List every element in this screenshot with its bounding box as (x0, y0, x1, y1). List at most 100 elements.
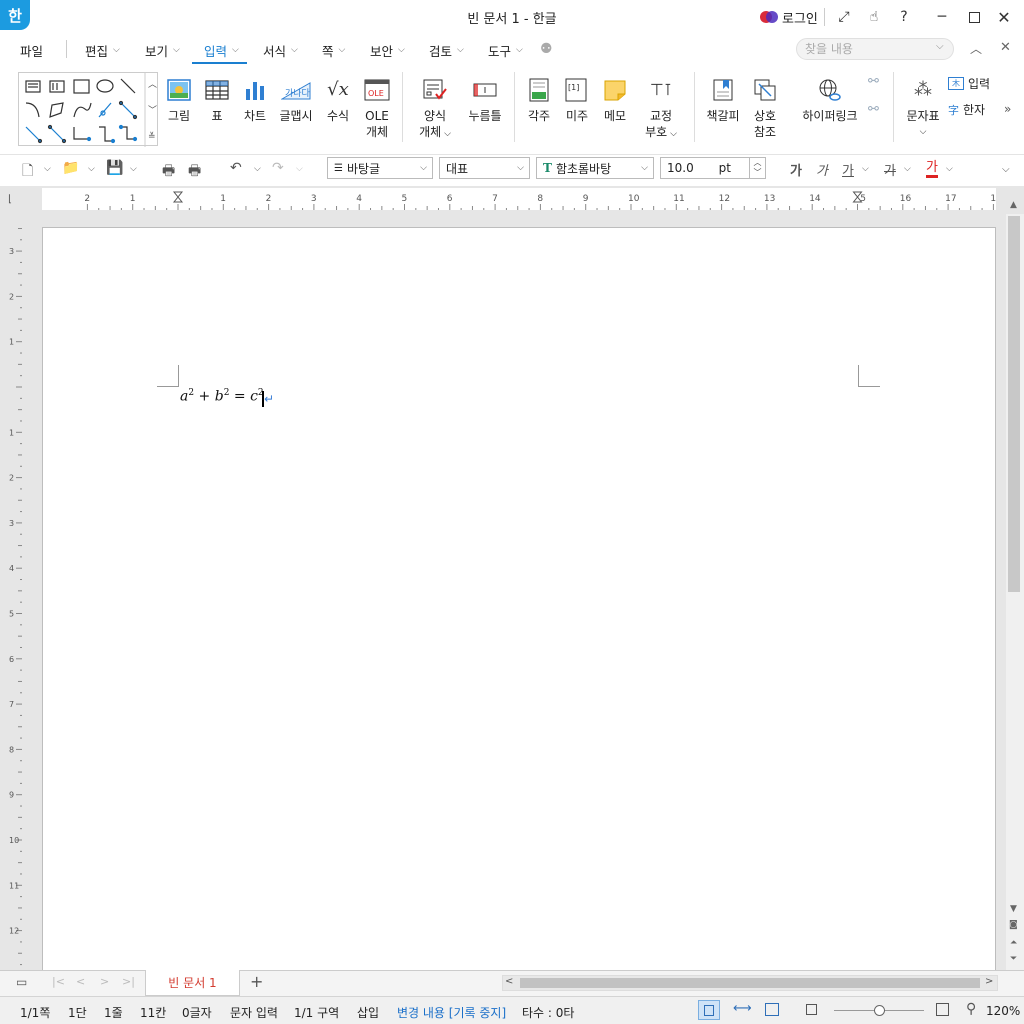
toolbar-more-icon[interactable]: ⌵ (1002, 164, 1010, 175)
hyperlink-button[interactable]: 하이퍼링크 (800, 78, 860, 124)
redo-icon[interactable]: ↷ (272, 160, 284, 176)
font-size-input[interactable]: 10.0 pt (660, 157, 750, 179)
menu-item-5[interactable]: 쪽 ⌵ (322, 40, 345, 60)
print-preview-icon[interactable]: 🖶 (188, 160, 201, 184)
menu-item-3[interactable]: 입력 ⌵ (204, 40, 239, 60)
view-page-icon[interactable] (765, 1003, 779, 1016)
italic-button[interactable]: 가 (816, 160, 828, 179)
strikethrough-dropdown-icon[interactable]: ⌵ (904, 164, 911, 174)
ruler-corner-icon[interactable]: ⌊ (8, 194, 12, 205)
link-small-icon[interactable]: ⚯ (868, 74, 879, 89)
insert-chart-button[interactable]: 차트 (240, 78, 270, 124)
search-input[interactable]: 찾을 내용 (796, 38, 954, 60)
menu-item-8[interactable]: 도구 ⌵ (488, 40, 523, 60)
insert-glyph-art-button[interactable]: 가나다 글맵시 (278, 78, 314, 124)
open-folder-icon[interactable]: 📁 (62, 160, 79, 176)
horizontal-scroll-thumb[interactable] (520, 978, 980, 988)
scroll-right-icon[interactable]: > (985, 976, 993, 987)
bold-button[interactable]: 가 (790, 160, 802, 179)
insert-table-button[interactable]: 표 (203, 78, 231, 124)
insert-picture-button[interactable]: 그림 (164, 78, 194, 124)
tab-list-icon[interactable]: ▭ (16, 975, 27, 989)
insert-ole-button[interactable]: OLE OLE 개체 (362, 78, 392, 140)
save-dropdown-icon[interactable]: ⌵ (130, 164, 137, 174)
vertical-ruler[interactable]: 3 2 1 1 2 3 4 5 6 7 8 9 10 11 12 (0, 227, 22, 970)
charmap-button[interactable]: ⁂ 문자표 ⌵ (903, 78, 943, 140)
vertical-scroll-thumb[interactable] (1008, 216, 1020, 592)
font-size-stepper[interactable]: ︿ ﹀ (750, 157, 766, 179)
cross-reference-button[interactable]: 상호 참조 (750, 78, 780, 140)
undo-icon[interactable]: ↶ (230, 160, 242, 176)
view-normal-icon[interactable] (698, 1000, 720, 1020)
new-dropdown-icon[interactable]: ⌵ (44, 164, 51, 174)
menu-item-2[interactable]: 보기 ⌵ (145, 40, 180, 60)
style-select[interactable]: ☰ 바탕글 ⌵ (327, 157, 433, 179)
add-tab-button[interactable]: + (250, 972, 263, 991)
collapse-ribbon-icon[interactable]: ︿ (970, 40, 982, 57)
status-insert-mode[interactable]: 삽입 (357, 1004, 379, 1021)
bookmark-button[interactable]: 책갈피 (705, 78, 741, 124)
menu-item-0[interactable]: 파일 (20, 40, 43, 60)
font-group-select[interactable]: 대표 ⌵ (439, 157, 530, 179)
last-tab-icon[interactable]: >| (122, 975, 135, 988)
new-document-icon[interactable]: 🗋 (22, 160, 33, 184)
help-button[interactable]: ? (894, 4, 914, 30)
open-dropdown-icon[interactable]: ⌵ (88, 164, 95, 174)
font-color-dropdown-icon[interactable]: ⌵ (946, 164, 953, 174)
menu-item-7[interactable]: 검토 ⌵ (429, 40, 464, 60)
touch-mode-icon[interactable]: ☝ (864, 4, 884, 30)
zoom-fit-icon[interactable] (936, 1003, 949, 1016)
ribbon-more-icon[interactable]: » (1004, 102, 1011, 116)
minimize-button[interactable]: ─ (932, 4, 952, 30)
collab-icon[interactable]: ⚉ (540, 41, 556, 57)
form-object-button[interactable]: 양식 개체 ⌵ (418, 78, 452, 142)
underline-button[interactable]: 가 (842, 160, 854, 179)
press-frame-button[interactable]: 누름틀 (466, 78, 504, 124)
underline-dropdown-icon[interactable]: ⌵ (862, 164, 869, 174)
next-tab-icon[interactable]: > (100, 975, 109, 988)
first-tab-icon[interactable]: |< (52, 975, 65, 988)
unlink-small-icon[interactable]: ⚯ (868, 102, 879, 117)
undo-dropdown-icon[interactable]: ⌵ (254, 164, 261, 174)
strikethrough-button[interactable]: 가 (884, 160, 896, 179)
fullscreen-icon[interactable]: ⤢ (834, 4, 854, 30)
status-page[interactable]: 1/1쪽 (20, 1004, 50, 1021)
maximize-button[interactable] (964, 4, 984, 30)
menu-item-4[interactable]: 서식 ⌵ (263, 40, 298, 60)
left-indent-marker[interactable] (172, 191, 184, 203)
scroll-up-icon[interactable]: ▲ (1010, 200, 1017, 210)
proof-mark-button[interactable]: ⊤⊺ 교정 부호 ⌵ (644, 78, 678, 142)
page-down-icon[interactable]: ⏷ (1010, 954, 1017, 964)
search-dropdown-icon[interactable]: ⌵ (936, 41, 944, 52)
font-select[interactable]: T 함초롬바탕 ⌵ (536, 157, 654, 179)
memo-button[interactable]: 메모 (601, 78, 629, 124)
menu-item-1[interactable]: 편집 ⌵ (85, 40, 120, 60)
close-doc-icon[interactable]: ✕ (1000, 40, 1011, 55)
login-button[interactable]: 로그인 (760, 8, 818, 27)
scroll-left-icon[interactable]: < (505, 976, 513, 987)
menu-item-6[interactable]: 보안 ⌵ (370, 40, 405, 60)
endnote-button[interactable]: [1] 미주 (563, 78, 591, 124)
zoom-slider-thumb[interactable] (874, 1005, 885, 1016)
view-fit-width-icon[interactable]: ⟷ (733, 1001, 752, 1016)
zoom-icon[interactable]: ⚲ (966, 1001, 976, 1017)
horizontal-ruler[interactable]: 21123456789101112131415161718 (42, 188, 1002, 210)
close-button[interactable]: ✕ (994, 4, 1014, 30)
page-up-icon[interactable]: ⏶ (1010, 938, 1017, 948)
prev-page-icon[interactable]: ◙ (1009, 920, 1018, 930)
print-icon[interactable]: 🖶 (162, 160, 175, 184)
shapes-gallery[interactable]: ︿ ﹀ ≚ (18, 72, 158, 147)
status-zoom[interactable]: 120% (986, 1004, 1020, 1018)
status-track-changes[interactable]: 변경 내용 [기록 중지] (397, 1004, 506, 1021)
prev-tab-icon[interactable]: < (76, 975, 85, 988)
input-button[interactable]: 木 입력 (948, 75, 990, 92)
view-single-icon[interactable] (806, 1004, 817, 1015)
scroll-down-icon[interactable]: ▼ (1010, 904, 1017, 914)
equation-object[interactable]: a2 + b2 = c2 (180, 388, 264, 405)
redo-dropdown-icon[interactable]: ⌵ (296, 164, 303, 174)
footnote-button[interactable]: 각주 (525, 78, 553, 124)
insert-formula-button[interactable]: √ x 수식 (323, 78, 353, 124)
hanja-button[interactable]: 字 한자 (948, 101, 985, 118)
tab-document-1[interactable]: 빈 문서 1 (145, 970, 240, 996)
document-page[interactable] (42, 227, 996, 972)
